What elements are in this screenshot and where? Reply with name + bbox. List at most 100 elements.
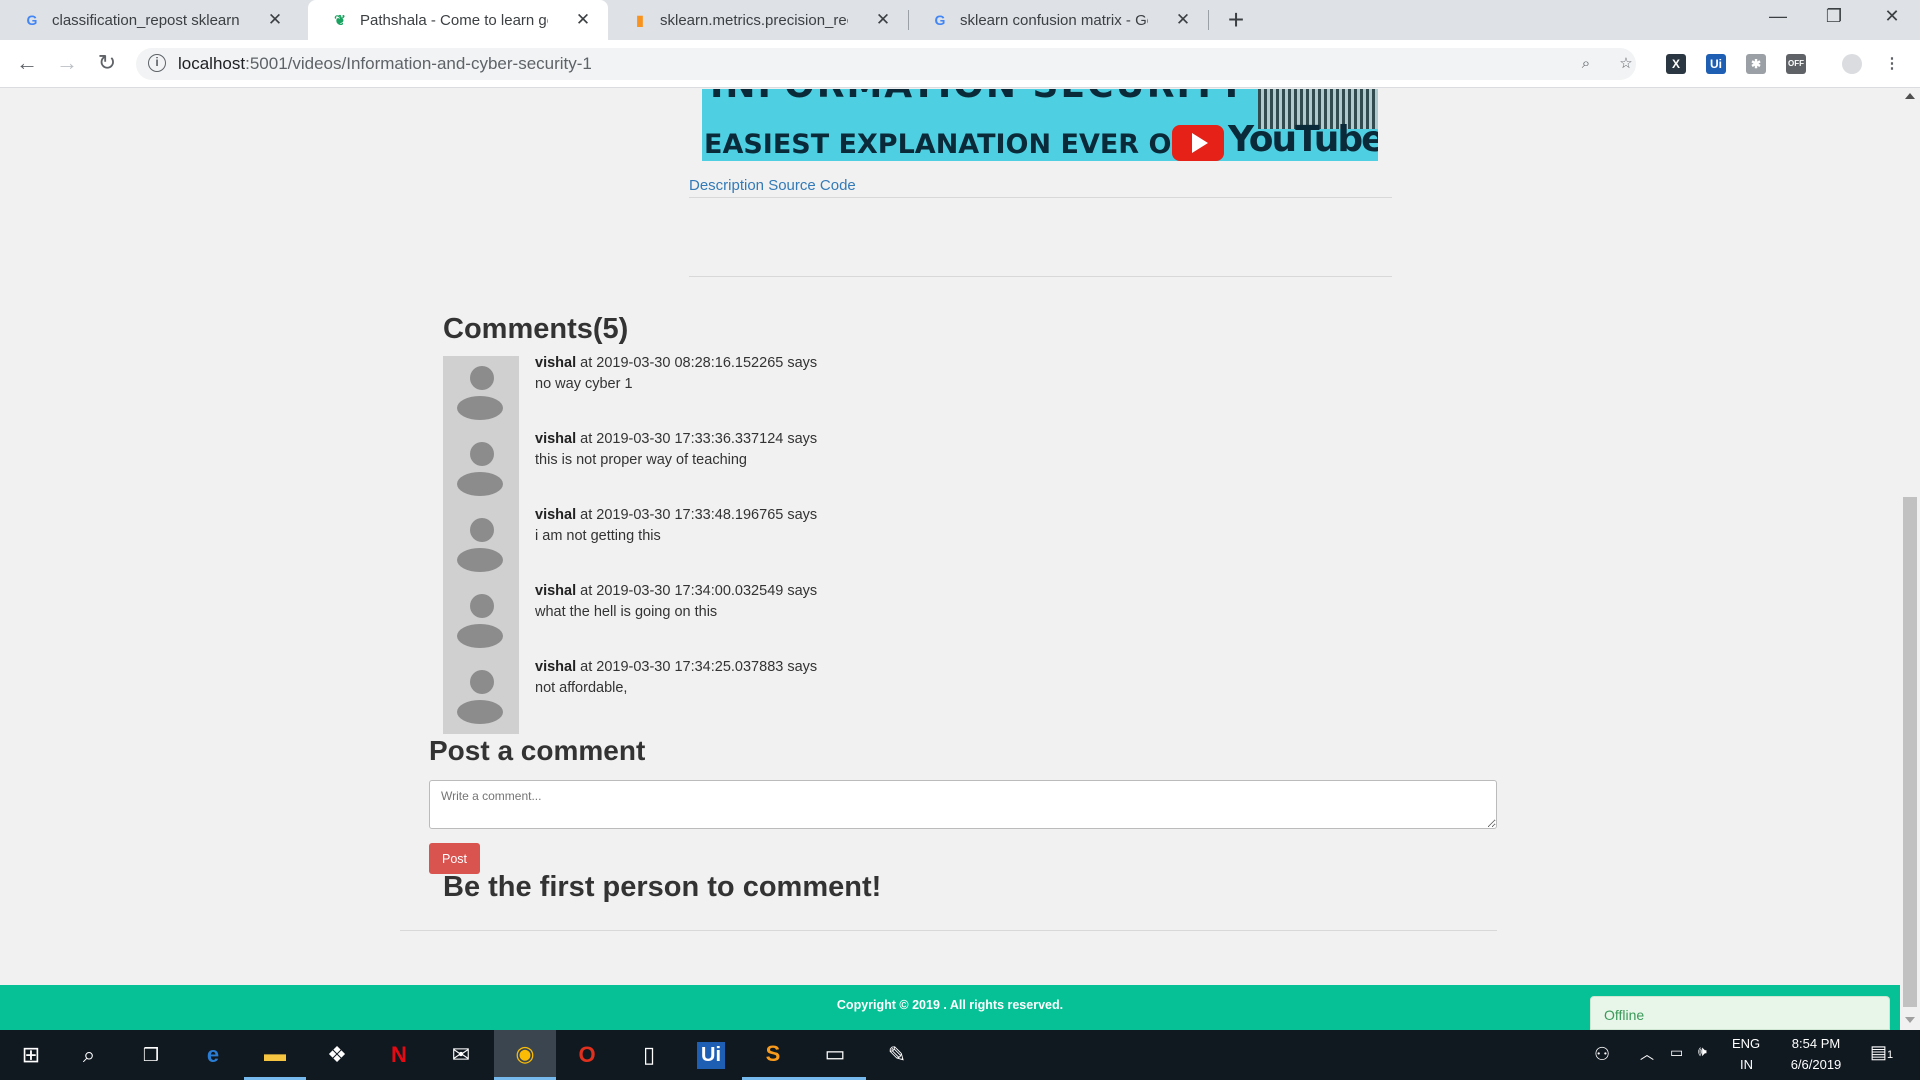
comment-item: vishal at 2019-03-30 17:33:36.337124 say… bbox=[535, 429, 817, 471]
scrollbar-thumb[interactable] bbox=[1903, 497, 1917, 1007]
comment-item: vishal at 2019-03-30 17:34:00.032549 say… bbox=[535, 581, 817, 623]
terminal-icon[interactable]: ▭ bbox=[804, 1030, 866, 1080]
avatar-column bbox=[443, 356, 519, 734]
comment-meta: at 2019-03-30 17:33:36.337124 says bbox=[580, 431, 818, 447]
chevron-up-icon[interactable]: ︿ bbox=[1640, 1044, 1654, 1064]
extension-ui-icon[interactable]: Ui bbox=[1706, 54, 1726, 74]
zoom-icon[interactable]: ⌕ bbox=[1576, 54, 1596, 74]
windows-start-icon[interactable]: ⊞ bbox=[0, 1030, 62, 1080]
extension-x-icon[interactable]: X bbox=[1666, 54, 1686, 74]
menu-kebab-icon[interactable]: ⋮ bbox=[1882, 54, 1902, 74]
tab-close-icon[interactable]: ✕ bbox=[874, 10, 892, 30]
opera-icon[interactable]: O bbox=[556, 1030, 618, 1080]
comment-author: vishal bbox=[535, 355, 577, 371]
comment-text: this is not proper way of teaching bbox=[535, 452, 747, 468]
comment-author: vishal bbox=[535, 431, 577, 447]
tab-pathshala[interactable]: ❦ Pathshala - Come to learn go to s ✕ bbox=[308, 0, 608, 40]
tab-close-icon[interactable]: ✕ bbox=[574, 10, 592, 30]
browser-toolbar: ← → ↻ i localhost:5001/videos/Informatio… bbox=[0, 40, 1920, 88]
chrome-icon[interactable]: ◉ bbox=[494, 1030, 556, 1080]
post-button[interactable]: Post bbox=[429, 843, 480, 874]
url-text[interactable]: localhost:5001/videos/Information-and-cy… bbox=[178, 54, 592, 74]
scroll-up-arrow-icon[interactable] bbox=[1905, 93, 1915, 99]
vertical-scrollbar[interactable] bbox=[1900, 89, 1920, 1030]
forward-arrow-icon[interactable]: → bbox=[52, 50, 82, 76]
comment-meta: at 2019-03-30 17:34:25.037883 says bbox=[580, 659, 818, 675]
search-icon[interactable]: ⌕ bbox=[58, 1030, 120, 1080]
avatar bbox=[443, 432, 519, 508]
back-arrow-icon[interactable]: ← bbox=[12, 50, 42, 76]
youtube-wordmark: YouTube bbox=[1228, 119, 1378, 160]
comment-meta: at 2019-03-30 17:33:48.196765 says bbox=[580, 507, 818, 523]
avatar bbox=[443, 356, 519, 432]
thumbnail-top-text: INFORMATION SECURITY bbox=[710, 89, 1246, 106]
extension-puzzle-icon[interactable]: ✱ bbox=[1746, 54, 1766, 74]
bookmark-star-icon[interactable]: ☆ bbox=[1616, 54, 1636, 74]
reload-icon[interactable]: ↻ bbox=[92, 50, 122, 76]
comment-author: vishal bbox=[535, 583, 577, 599]
comment-item: vishal at 2019-03-30 17:33:48.196765 say… bbox=[535, 505, 817, 547]
post-comment-heading: Post a comment bbox=[429, 735, 646, 766]
task-view-icon[interactable]: ❒ bbox=[120, 1030, 182, 1080]
tab-close-icon[interactable]: ✕ bbox=[266, 10, 284, 30]
dropbox-icon[interactable]: ❖ bbox=[306, 1030, 368, 1080]
comments-heading: Comments(5) bbox=[443, 313, 629, 345]
sublime-text-icon[interactable]: S bbox=[742, 1030, 804, 1080]
notepad-icon[interactable]: ▯ bbox=[618, 1030, 680, 1080]
comment-textarea[interactable] bbox=[429, 780, 1497, 829]
info-icon[interactable]: i bbox=[148, 54, 166, 72]
profile-avatar-icon[interactable] bbox=[1842, 54, 1862, 74]
video-thumbnail[interactable]: INFORMATION SECURITY EASIEST EXPLANATION… bbox=[702, 89, 1378, 161]
leaf-icon: ❦ bbox=[334, 11, 346, 28]
comment-text: not affordable, bbox=[535, 680, 628, 696]
restore-icon[interactable]: ❐ bbox=[1814, 6, 1854, 27]
comment-text: no way cyber 1 bbox=[535, 376, 633, 392]
scikit-learn-icon: ▮ bbox=[636, 11, 644, 28]
thumbnail-bottom-text: EASIEST EXPLANATION EVER ON bbox=[704, 129, 1195, 160]
avatar bbox=[443, 584, 519, 660]
scroll-down-arrow-icon[interactable] bbox=[1905, 1017, 1915, 1023]
edge-browser-icon[interactable]: e bbox=[182, 1030, 244, 1080]
close-window-icon[interactable]: ✕ bbox=[1872, 6, 1912, 27]
comment-item: vishal at 2019-03-30 17:34:25.037883 say… bbox=[535, 657, 817, 699]
comment-text: what the hell is going on this bbox=[535, 604, 718, 620]
avatar bbox=[443, 508, 519, 584]
extension-off-icon[interactable]: OFF bbox=[1786, 54, 1806, 74]
clock[interactable]: 8:54 PM 6/6/2019 bbox=[1780, 1036, 1852, 1072]
first-comment-message: Be the first person to comment! bbox=[443, 871, 882, 903]
tab-separator bbox=[1208, 10, 1209, 30]
tab-classification-report[interactable]: G classification_repost sklearn.metr ✕ bbox=[0, 0, 300, 40]
comment-author: vishal bbox=[535, 507, 577, 523]
comment-meta: at 2019-03-30 17:34:00.032549 says bbox=[580, 583, 818, 599]
battery-icon[interactable]: ▭ bbox=[1670, 1044, 1683, 1061]
avatar bbox=[443, 660, 519, 736]
google-icon: G bbox=[934, 12, 946, 28]
mail-icon[interactable]: ✉ bbox=[430, 1030, 492, 1080]
tab-confusion-matrix[interactable]: G sklearn confusion matrix - Googl ✕ bbox=[908, 0, 1208, 40]
minimize-icon[interactable]: — bbox=[1758, 6, 1798, 27]
paint-icon[interactable]: ✎ bbox=[866, 1030, 928, 1080]
netflix-icon[interactable]: N bbox=[368, 1030, 430, 1080]
page-content: INFORMATION SECURITY EASIEST EXPLANATION… bbox=[0, 89, 1900, 1030]
windows-taskbar: ⊞ ⌕ ❒ e ▬ ❖ N ✉ ◉ O ▯ Ui S ▭ ✎ ⚇ ︿ ▭ 🕪 E… bbox=[0, 1030, 1920, 1080]
comment-item: vishal at 2019-03-30 08:28:16.152265 say… bbox=[535, 353, 817, 395]
people-icon[interactable]: ⚇ bbox=[1594, 1044, 1610, 1065]
uipath-icon[interactable]: Ui bbox=[680, 1030, 742, 1080]
volume-icon[interactable]: 🕪 bbox=[1698, 1043, 1707, 1060]
offline-status-badge: Offline bbox=[1590, 996, 1890, 1030]
comment-meta: at 2019-03-30 08:28:16.152265 says bbox=[580, 355, 818, 371]
tab-sklearn-precision-recall[interactable]: ▮ sklearn.metrics.precision_recall_fs ✕ bbox=[608, 0, 908, 40]
browser-tab-strip: G classification_repost sklearn.metr ✕ ❦… bbox=[0, 0, 1920, 40]
address-bar[interactable]: i localhost:5001/videos/Information-and-… bbox=[136, 48, 1636, 80]
notification-center-icon[interactable]: ▤1 bbox=[1870, 1042, 1893, 1063]
tab-close-icon[interactable]: ✕ bbox=[1174, 10, 1192, 30]
language-indicator[interactable]: ENG IN bbox=[1732, 1036, 1760, 1072]
comment-text: i am not getting this bbox=[535, 528, 661, 544]
description-source-code-link[interactable]: Description Source Code bbox=[689, 177, 856, 194]
play-icon bbox=[1192, 133, 1208, 153]
google-icon: G bbox=[26, 12, 38, 28]
new-tab-button[interactable]: + bbox=[1220, 4, 1252, 36]
comment-author: vishal bbox=[535, 659, 577, 675]
divider bbox=[400, 930, 1497, 931]
file-explorer-icon[interactable]: ▬ bbox=[244, 1030, 306, 1080]
